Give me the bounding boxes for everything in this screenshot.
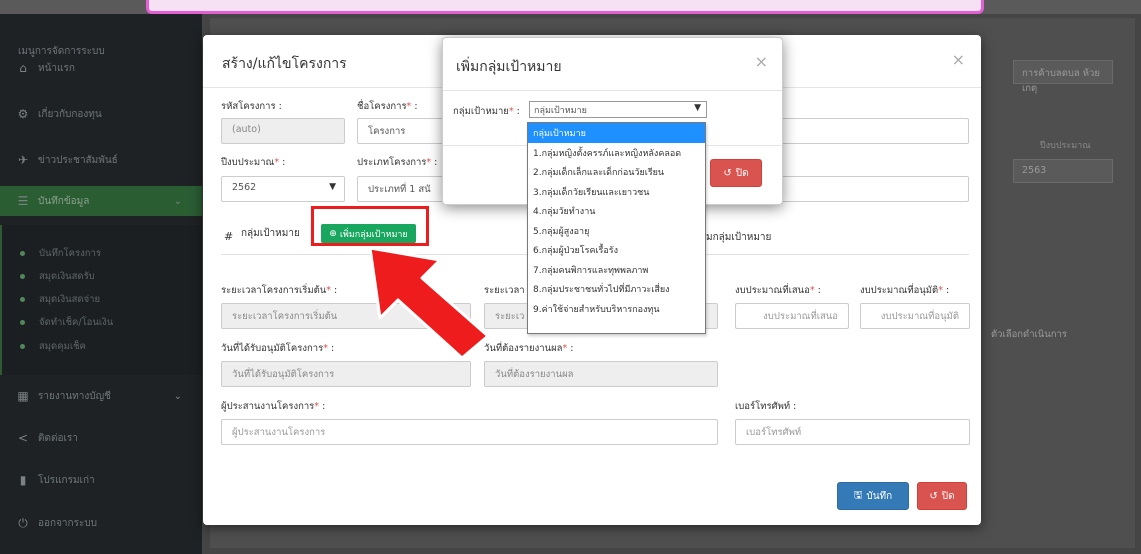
sidebar-subitem-label: บันทึกโครงการ <box>39 248 101 259</box>
dropdown-option[interactable]: 1.กลุ่มหญิงตั้งครรภ์และหญิงหลังคลอด <box>528 143 705 163</box>
sidebar-subitem-2[interactable]: สมุดเงินสดจ่าย <box>0 288 202 311</box>
dropdown-option[interactable]: 3.กลุ่มเด็กวัยเรียนและเยาวชน <box>528 182 705 202</box>
table-icon: ▦ <box>17 389 29 403</box>
bullet-icon <box>20 251 25 256</box>
status-text-bg: ตัวเลือกดำเนินการ <box>991 329 1067 340</box>
report-date-field[interactable]: วันที่ต้องรายงานผล <box>484 361 718 387</box>
pointer-arrow-icon <box>370 248 490 358</box>
save-icon: 🖫 <box>853 489 863 501</box>
budget-year-select[interactable]: 2562 ▼ <box>221 176 345 202</box>
highlight-banner <box>146 0 984 14</box>
sidebar-subitem-1[interactable]: สมุดเงินสดรับ <box>0 265 202 288</box>
table-hash-header: # <box>224 230 234 243</box>
megaphone-icon: ✈ <box>17 153 29 167</box>
phone-field[interactable]: เบอร์โทรศัพท์ <box>735 419 970 445</box>
dropdown-option[interactable]: 9.ค่าใช้จ่ายสำหรับบริหารกองทุน <box>528 299 705 319</box>
sidebar-item-label: ออกจากระบบ <box>38 517 98 529</box>
approved-budget-field[interactable]: งบประมาณที่อนุมัติ <box>860 303 970 329</box>
chevron-down-icon: ⌄ <box>173 390 182 402</box>
chevron-down-icon: ▼ <box>694 103 701 113</box>
org-select-bg[interactable]: การค้าบลดบล ห้วยเกตุ <box>1013 60 1113 94</box>
end-period-label: ระยะเวลา <box>484 285 525 296</box>
sidebar-subitem-label: สมุดเงินสดจ่าย <box>39 294 101 305</box>
start-period-label: ระยะเวลาโครงการเริ่มต้น* : <box>221 285 338 296</box>
database-icon: ☰ <box>17 194 29 208</box>
chevron-down-icon: ▼ <box>329 182 336 192</box>
close-button[interactable]: ↺ ปิด <box>917 482 967 510</box>
sidebar-item-1[interactable]: ⚙ เกี่ยวกับกองทุน <box>0 99 202 129</box>
dropdown-option[interactable]: 6.กลุ่มผู้ป่วยโรคเรื้อรัง <box>528 240 705 260</box>
proposed-budget-field[interactable]: งบประมาณที่เสนอ <box>735 303 849 329</box>
bullet-icon <box>20 344 25 349</box>
chevron-down-icon: ⌄ <box>173 195 182 207</box>
proposed-budget-label: งบประมาณที่เสนอ* : <box>735 285 821 296</box>
power-icon: ⏻ <box>18 515 28 530</box>
sidebar-item-label: ข่าวประชาสัมพันธ์ <box>38 154 118 166</box>
project-name-label: ชื่อโครงการ* : <box>357 101 418 112</box>
sidebar-subitem-3[interactable]: จัดทำเช็ค/โอนเงิน <box>0 311 202 334</box>
dropdown-option[interactable]: 8.กลุ่มประชาชนทั่วไปที่มีภาวะเสี่ยง <box>528 279 705 299</box>
target-group-column-header-2: มกลุ่มเป้าหมาย <box>706 232 772 243</box>
sidebar-subitem-label: สมุดเงินสดรับ <box>39 271 95 282</box>
sidebar-item-label: ติดต่อเรา <box>38 432 78 444</box>
inner-modal-close-icon[interactable]: × <box>755 52 768 71</box>
target-group-dropdown-list: กลุ่มเป้าหมาย 1.กลุ่มหญิงตั้งครรภ์และหญิง… <box>527 122 706 334</box>
dropdown-option[interactable]: 7.กลุ่มคนพิการและทุพพลภาพ <box>528 260 705 280</box>
budget-year-select-bg[interactable]: 2563 <box>1013 159 1113 183</box>
sidebar-item-3[interactable]: ☰ บันทึกข้อมูล ⌄ <box>0 186 202 216</box>
report-date-label: วันที่ต้องรายงานผล* : <box>484 343 574 354</box>
dropdown-option[interactable]: 4.กลุ่มวัยทำงาน <box>528 201 705 221</box>
project-code-label: รหัสโครงการ : <box>221 101 282 112</box>
inner-close-button[interactable]: ↺ ปิด <box>710 159 762 187</box>
coordinator-field[interactable]: ผู้ประสานงานโครงการ <box>221 419 718 445</box>
undo-icon: ↺ <box>929 490 938 502</box>
sidebar-item-6[interactable]: ▮ โปรแกรมเก่า <box>0 465 202 495</box>
project-type-label: ประเภทโครงการ* : <box>357 157 438 168</box>
sidebar-item-7[interactable]: ⏻ ออกจากระบบ <box>0 508 202 538</box>
target-group-select[interactable]: กลุ่มเป้าหมาย ▼ <box>529 101 707 118</box>
sidebar-item-label: หน้าแรก <box>38 62 75 74</box>
phone-label: เบอร์โทรศัพท์ : <box>735 401 797 412</box>
approved-budget-label: งบประมาณที่อนุมัติ* : <box>860 285 950 296</box>
sidebar-item-0[interactable]: ⌂ หน้าแรก <box>0 53 202 83</box>
sidebar-subitem-label: จัดทำเช็ค/โอนเงิน <box>39 317 114 328</box>
sidebar-item-label: รายงานทางบัญชี <box>38 390 111 402</box>
sidebar-subitem-label: สมุดคุมเช็ค <box>39 341 86 352</box>
coordinator-label: ผู้ประสานงานโครงการ* : <box>221 401 326 412</box>
budget-year-label: ปีงบประมาณ* : <box>221 157 286 168</box>
undo-icon: ↺ <box>723 167 732 179</box>
inner-modal-header: เพิ่มกลุ่มเป้าหมาย × <box>443 38 782 91</box>
bullet-icon <box>20 320 25 325</box>
inner-modal-title: เพิ่มกลุ่มเป้าหมาย <box>456 59 562 75</box>
sidebar-item-label: เกี่ยวกับกองทุน <box>38 108 102 120</box>
bullet-icon <box>20 274 25 279</box>
approval-date-label: วันที่ได้รับอนุมัติโครงการ* : <box>221 343 335 354</box>
highlight-box <box>311 206 429 246</box>
dropdown-option[interactable]: 5.กลุ่มผู้สูงอายุ <box>528 221 705 241</box>
cogs-icon: ⚙ <box>17 107 29 121</box>
project-code-field[interactable]: (auto) <box>221 118 345 144</box>
sidebar-item-label: บันทึกข้อมูล <box>38 195 90 207</box>
modal-title: สร้าง/แก้ไขโครงการ <box>222 56 347 72</box>
dropdown-option[interactable]: กลุ่มเป้าหมาย <box>528 123 705 143</box>
target-group-select-label: กลุ่มเป้าหมาย* : <box>453 106 520 117</box>
dropdown-option[interactable]: 2.กลุ่มเด็กเล็กและเด็กก่อนวัยเรียน <box>528 162 705 182</box>
save-button[interactable]: 🖫 บันทึก <box>837 482 909 510</box>
sidebar-item-4[interactable]: ▦ รายงานทางบัญชี ⌄ <box>0 381 202 411</box>
bullet-icon <box>20 297 25 302</box>
bar-chart-icon: ▮ <box>19 473 27 487</box>
sidebar-subitem-4[interactable]: สมุดคุมเช็ค <box>0 335 202 358</box>
sidebar-item-2[interactable]: ✈ ข่าวประชาสัมพันธ์ <box>0 145 202 175</box>
sidebar-subitem-0[interactable]: บันทึกโครงการ <box>0 242 202 265</box>
sidebar-item-5[interactable]: < ติดต่อเรา <box>0 423 202 453</box>
home-icon: ⌂ <box>19 61 27 75</box>
sidebar-item-label: โปรแกรมเก่า <box>38 474 95 486</box>
approval-date-field[interactable]: วันที่ได้รับอนุมัติโครงการ <box>221 361 471 387</box>
share-icon: < <box>17 431 29 445</box>
budget-year-label-bg: ปีงบประมาณ <box>1040 141 1091 151</box>
modal-close-icon[interactable]: × <box>952 50 965 69</box>
target-group-column-header: กลุ่มเป้าหมาย <box>241 228 300 239</box>
